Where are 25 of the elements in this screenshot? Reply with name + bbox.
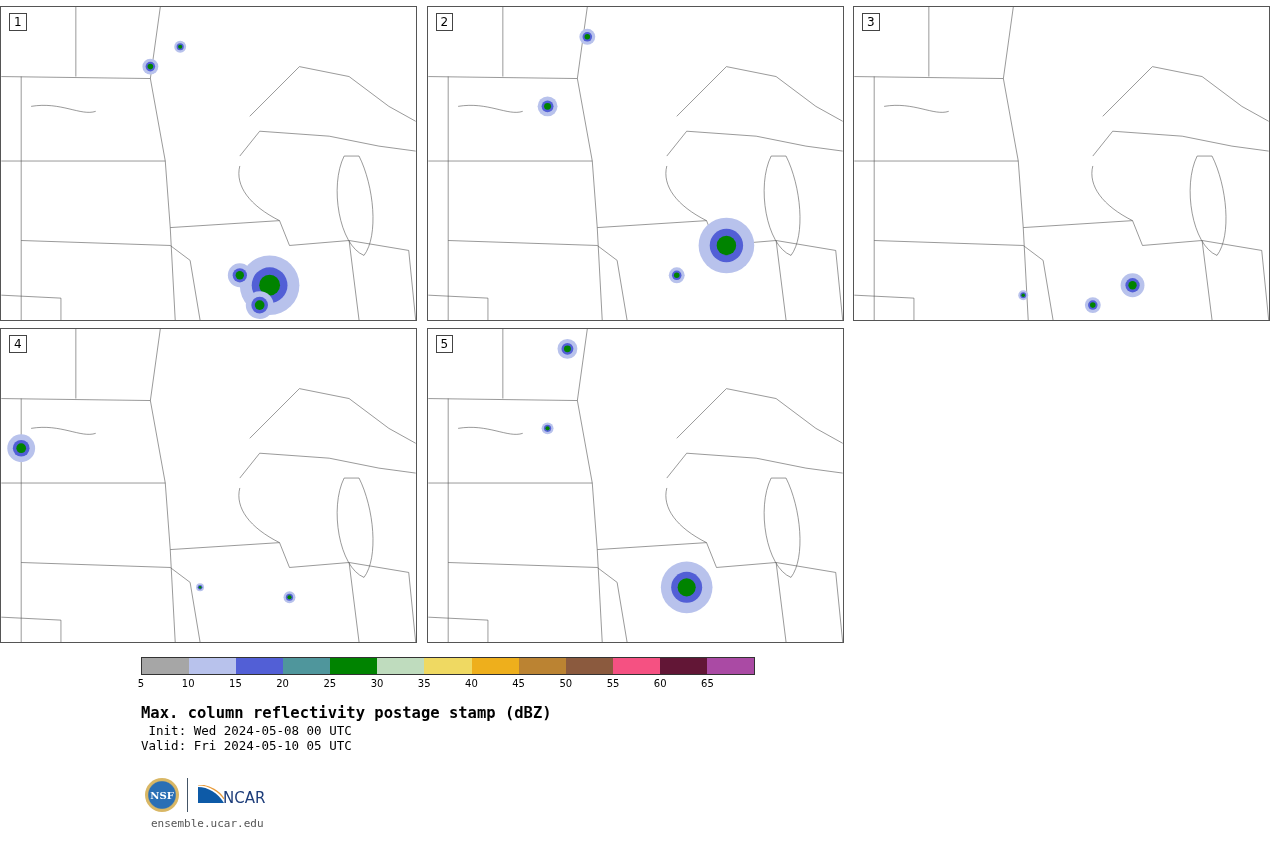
scale-tick-label: 5 <box>137 678 145 689</box>
scale-tick-label: 35 <box>417 678 431 689</box>
scale-tick-label: 50 <box>559 678 573 689</box>
panel-number: 1 <box>9 13 27 31</box>
chart-title: Max. column reflectivity postage stamp (dBZ) <box>141 703 553 723</box>
scale-tick-label: 10 <box>181 678 195 689</box>
panel-number: 3 <box>862 13 880 31</box>
scale-tick-label: 25 <box>323 678 337 689</box>
scale-tick-label: 55 <box>606 678 620 689</box>
init-time: Init: Wed 2024-05-08 00 UTC <box>147 723 353 738</box>
panel-number: 4 <box>9 335 27 353</box>
panel-number: 2 <box>435 13 454 31</box>
scale-tick-label: 65 <box>701 678 714 689</box>
swoosh-logo-icon <box>198 785 224 805</box>
scale-tick-label: 20 <box>276 678 289 689</box>
scale-tick-label: 40 <box>465 678 478 689</box>
scale-tick-label: 30 <box>370 678 384 689</box>
seal-logo: NSF <box>145 778 179 812</box>
scale-tick-label: 15 <box>229 678 242 689</box>
panel-number: 5 <box>435 335 454 353</box>
scale-tick-label: 45 <box>512 678 525 689</box>
scale-tick-label: 60 <box>653 678 667 689</box>
website-link[interactable]: ensemble.ucar.edu <box>151 817 1280 830</box>
valid-time: Valid: Fri 2024-05-10 05 UTC <box>141 738 353 753</box>
logo-wordmark: NCAR <box>223 789 266 807</box>
